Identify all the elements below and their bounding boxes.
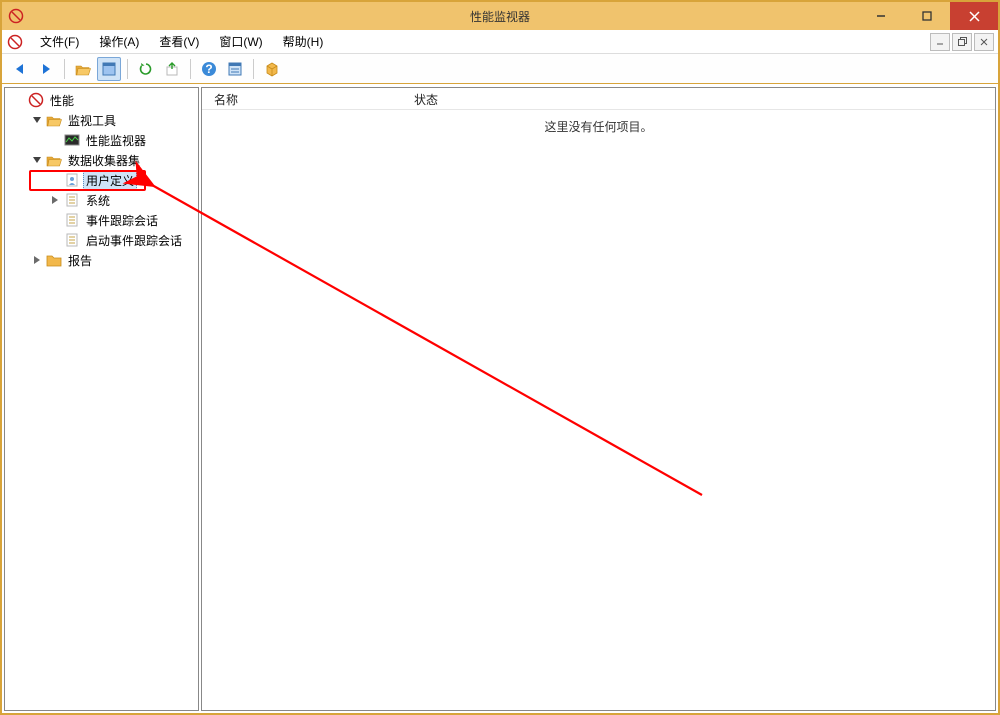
expander-spacer	[49, 234, 61, 246]
properties-button[interactable]	[223, 57, 247, 81]
tree-label: 性能	[47, 91, 77, 110]
column-status[interactable]: 状态	[402, 88, 552, 109]
perfmon-icon	[64, 132, 80, 148]
mdi-controls	[928, 33, 994, 51]
tree-performance-monitor[interactable]: 性能监视器	[5, 130, 198, 150]
expander-spacer	[49, 134, 61, 146]
column-name[interactable]: 名称	[202, 88, 402, 109]
doc-icon	[64, 232, 80, 248]
app-window: 性能监视器 文件(F) 操作(A) 查看(V) 窗口(W) 帮助(H)	[0, 0, 1000, 715]
tree: 性能 监视工具 性能监视器 数据收集器集	[5, 90, 198, 270]
toolbar-separator	[127, 59, 128, 79]
close-button[interactable]	[950, 2, 998, 30]
app-icon	[28, 92, 44, 108]
new-collector-button[interactable]	[260, 57, 284, 81]
tree-pane[interactable]: 性能 监视工具 性能监视器 数据收集器集	[4, 87, 199, 711]
doc-icon	[64, 212, 80, 228]
doc-icon	[64, 192, 80, 208]
toolbar-separator	[64, 59, 65, 79]
mdi-app-icon[interactable]	[6, 33, 24, 51]
tree-label: 系统	[83, 191, 113, 210]
tree-monitor-tools[interactable]: 监视工具	[5, 110, 198, 130]
menubar: 文件(F) 操作(A) 查看(V) 窗口(W) 帮助(H)	[2, 30, 998, 54]
toolbar-separator	[253, 59, 254, 79]
tree-root-performance[interactable]: 性能	[5, 90, 198, 110]
menu-action[interactable]: 操作(A)	[89, 30, 149, 53]
collapse-icon[interactable]	[31, 154, 43, 166]
expander-icon[interactable]	[13, 94, 25, 106]
mdi-close-button[interactable]	[974, 33, 994, 51]
user-icon	[64, 172, 80, 188]
tree-label: 数据收集器集	[65, 151, 143, 170]
tree-startup-event-trace[interactable]: 启动事件跟踪会话	[5, 230, 198, 250]
forward-button[interactable]	[34, 57, 58, 81]
tree-system[interactable]: 系统	[5, 190, 198, 210]
help-button[interactable]	[197, 57, 221, 81]
refresh-button[interactable]	[134, 57, 158, 81]
toolbar	[2, 54, 998, 84]
menu-file[interactable]: 文件(F)	[30, 30, 89, 53]
tree-label: 用户定义	[83, 171, 137, 190]
folder-icon	[46, 112, 62, 128]
window-controls	[858, 2, 998, 30]
toolbar-separator	[190, 59, 191, 79]
tree-reports[interactable]: 报告	[5, 250, 198, 270]
folder-icon	[46, 152, 62, 168]
tree-event-trace[interactable]: 事件跟踪会话	[5, 210, 198, 230]
tree-label: 事件跟踪会话	[83, 211, 161, 230]
list-header: 名称 状态	[202, 88, 995, 110]
expander-spacer	[49, 214, 61, 226]
tree-label: 启动事件跟踪会话	[83, 231, 185, 250]
folder-icon	[46, 252, 62, 268]
tree-user-defined[interactable]: 用户定义	[5, 170, 198, 190]
content-area: 性能 监视工具 性能监视器 数据收集器集	[2, 84, 998, 713]
maximize-button[interactable]	[904, 2, 950, 30]
window-title: 性能监视器	[2, 8, 998, 25]
menu-window[interactable]: 窗口(W)	[209, 30, 272, 53]
menu-help[interactable]: 帮助(H)	[273, 30, 334, 53]
export-button[interactable]	[160, 57, 184, 81]
tree-label: 报告	[65, 251, 95, 270]
tree-data-collectors[interactable]: 数据收集器集	[5, 150, 198, 170]
tree-label: 监视工具	[65, 111, 119, 130]
expand-icon[interactable]	[49, 194, 61, 206]
app-icon	[8, 8, 24, 24]
up-button[interactable]	[71, 57, 95, 81]
back-button[interactable]	[8, 57, 32, 81]
menu-view[interactable]: 查看(V)	[149, 30, 209, 53]
mdi-minimize-button[interactable]	[930, 33, 950, 51]
titlebar[interactable]: 性能监视器	[2, 2, 998, 30]
list-pane[interactable]: 名称 状态 这里没有任何项目。	[201, 87, 996, 711]
mdi-restore-button[interactable]	[952, 33, 972, 51]
minimize-button[interactable]	[858, 2, 904, 30]
expand-icon[interactable]	[31, 254, 43, 266]
collapse-icon[interactable]	[31, 114, 43, 126]
tree-label: 性能监视器	[83, 131, 149, 150]
empty-message: 这里没有任何项目。	[202, 118, 995, 135]
show-tree-button[interactable]	[97, 57, 121, 81]
expander-spacer	[49, 174, 61, 186]
